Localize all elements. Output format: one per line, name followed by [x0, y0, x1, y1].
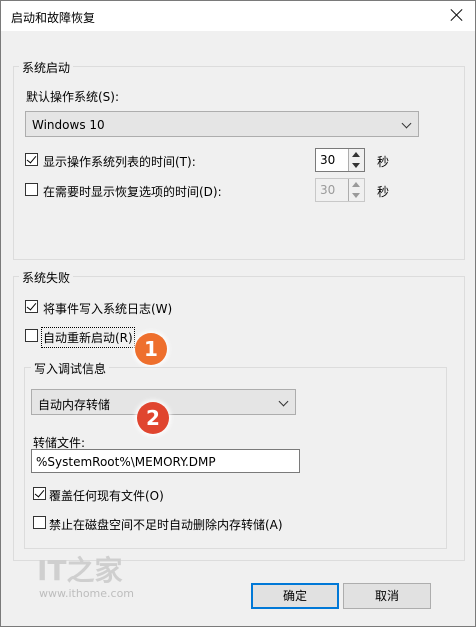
show-recovery-seconds-value: 30 [320, 183, 336, 197]
write-event-label[interactable]: 将事件写入系统日志(W) [43, 300, 172, 317]
default-os-value: Windows 10 [32, 118, 105, 132]
show-recovery-seconds-spinner: 30 [315, 178, 365, 202]
overwrite-label[interactable]: 覆盖任何现有文件(O) [49, 487, 164, 504]
show-os-list-seconds-value: 30 [320, 153, 336, 167]
spinner-arrows-disabled [348, 179, 364, 201]
startup-recovery-dialog: 启动和故障恢复 系统启动 默认操作系统(S): Windows 10 显示操作系… [0, 0, 476, 627]
system-failure-legend: 系统失败 [19, 269, 74, 286]
ok-button[interactable]: 确定 [251, 583, 339, 609]
show-os-list-checkbox[interactable] [25, 153, 38, 166]
overwrite-checkbox[interactable] [33, 487, 46, 500]
auto-restart-label[interactable]: 自动重新启动(R) [41, 327, 135, 348]
chevron-down-icon [401, 118, 412, 129]
auto-restart-checkbox[interactable] [25, 329, 38, 342]
seconds-unit-1: 秒 [377, 155, 390, 169]
spinner-down-icon [352, 193, 360, 198]
disable-auto-delete-label[interactable]: 禁止在磁盘空间不足时自动删除内存转储(A) [49, 516, 283, 533]
default-os-label: 默认操作系统(S): [26, 90, 120, 104]
close-icon[interactable] [449, 7, 465, 23]
show-os-list-seconds-spinner[interactable]: 30 [315, 148, 365, 172]
spinner-up-icon [352, 182, 360, 187]
dump-type-value: 自动内存转储 [38, 398, 111, 412]
debug-info-legend: 写入调试信息 [31, 360, 110, 377]
system-startup-legend: 系统启动 [19, 59, 74, 76]
write-event-checkbox[interactable] [25, 300, 38, 313]
spinner-arrows[interactable] [348, 149, 364, 171]
ithome-watermark-logo: IT之家 [37, 554, 123, 587]
show-recovery-checkbox[interactable] [25, 183, 38, 196]
default-os-dropdown[interactable]: Windows 10 [25, 111, 419, 137]
annotation-badge-1: 1 [135, 333, 167, 365]
disable-auto-delete-checkbox[interactable] [33, 516, 46, 529]
ithome-watermark-url: www.ithome.com [39, 587, 135, 600]
show-os-list-label[interactable]: 显示操作系统列表的时间(T): [43, 153, 196, 170]
seconds-unit-2: 秒 [377, 185, 390, 199]
spinner-up-icon[interactable] [352, 152, 360, 157]
spinner-down-icon[interactable] [352, 163, 360, 168]
chevron-down-icon [278, 396, 289, 407]
show-recovery-label[interactable]: 在需要时显示恢复选项的时间(D): [43, 183, 222, 200]
title-bar: 启动和故障恢复 [1, 1, 475, 31]
dialog-title: 启动和故障恢复 [11, 11, 96, 25]
dump-file-input[interactable]: %SystemRoot%\MEMORY.DMP [31, 449, 300, 473]
cancel-button[interactable]: 取消 [343, 583, 431, 609]
annotation-badge-2: 2 [137, 402, 169, 434]
